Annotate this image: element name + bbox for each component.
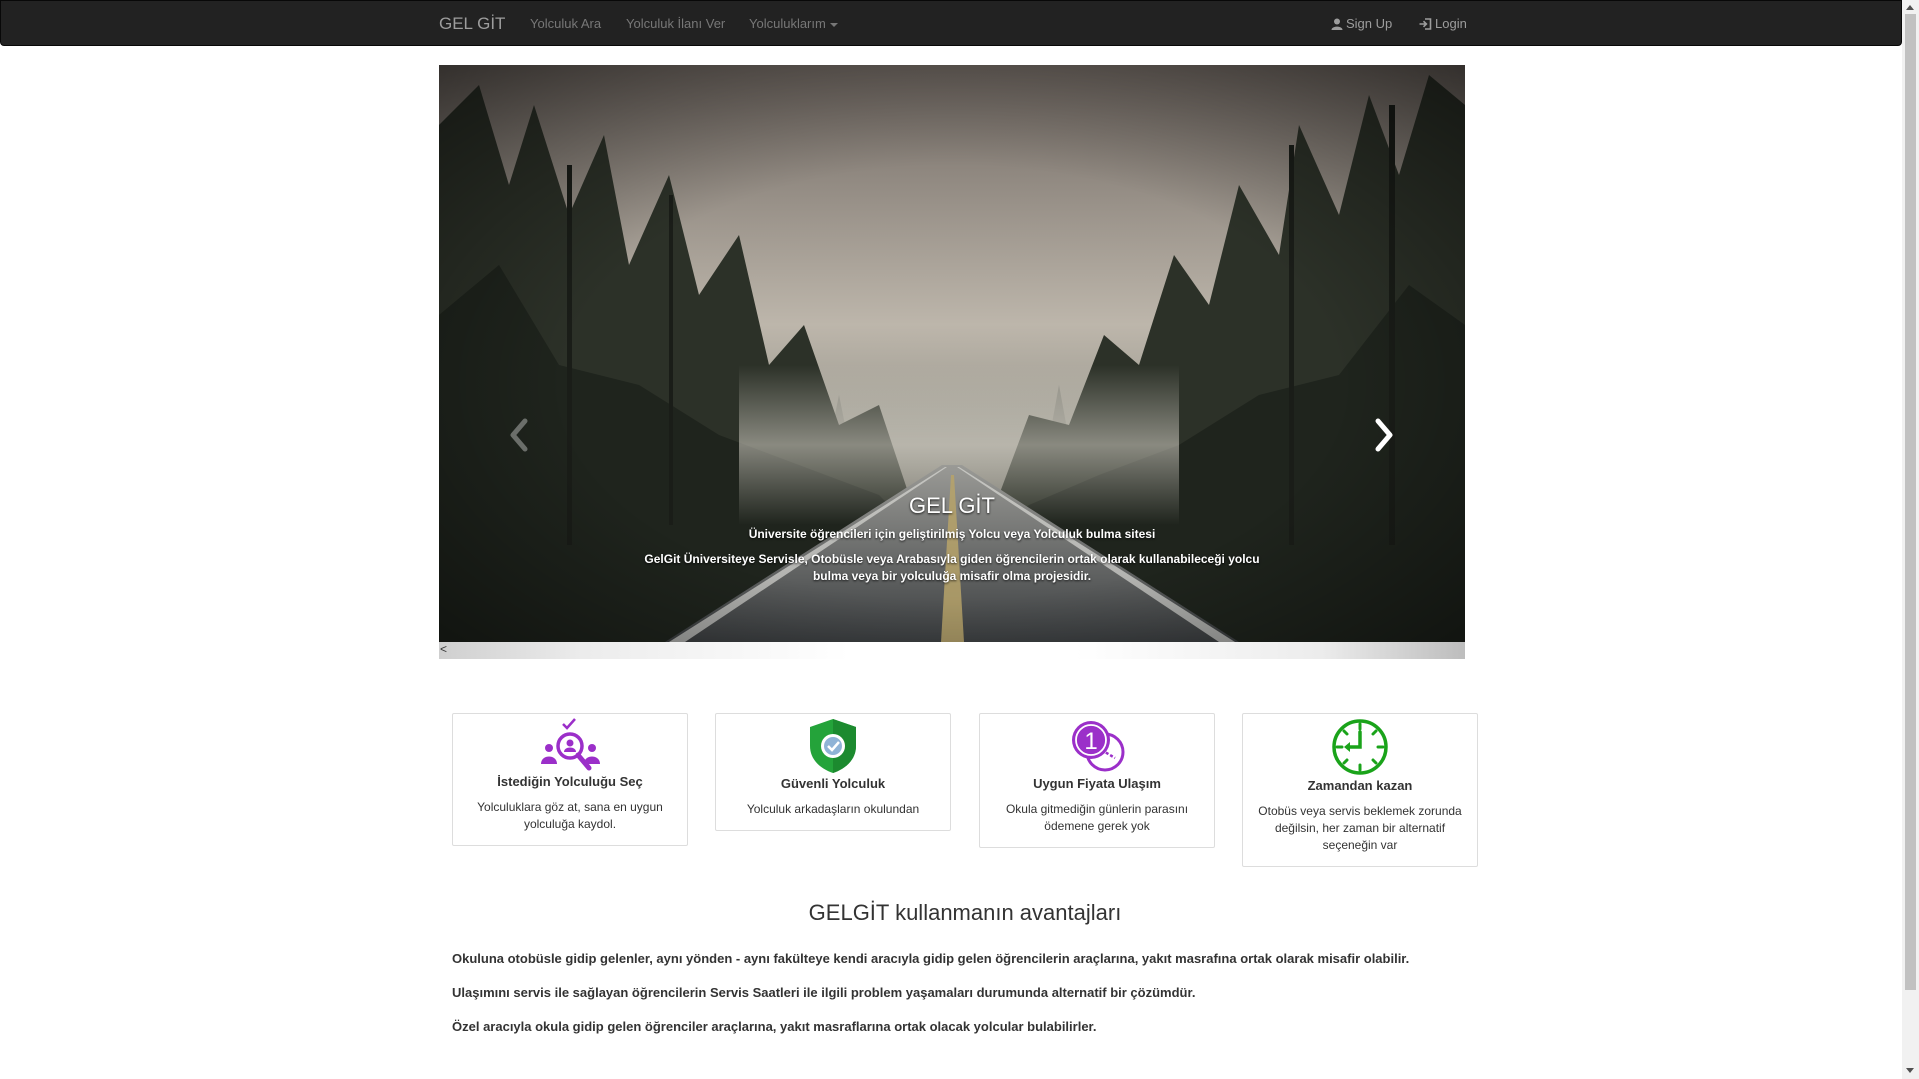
feature-card-time: Zamandan kazan Otobüs veya servis beklem… — [1242, 713, 1478, 867]
clock-icon — [1332, 719, 1388, 775]
feature-card-price: 1 Uygun Fiyata Ulaşım Okula gitmediğin g… — [979, 713, 1215, 848]
nav-yolculuk-ilani-ver[interactable]: Yolculuk İlanı Ver — [626, 16, 725, 31]
feature-card-safe: Güvenli Yolculuk Yolculuk arkadaşların o… — [715, 713, 951, 831]
carousel-prev-icon[interactable] — [499, 405, 539, 465]
scroll-up-arrow[interactable] — [1906, 5, 1914, 10]
scrollbar-thumb[interactable] — [1905, 14, 1916, 990]
feature-title: Uygun Fiyata Ulaşım — [1033, 776, 1161, 791]
signup-link[interactable]: Sign Up — [1331, 16, 1392, 31]
feature-text: Yolculuklara göz at, sana en uygun yolcu… — [477, 800, 663, 831]
page-scrollbar[interactable] — [1902, 0, 1919, 1079]
brand-link[interactable]: GEL GİT — [439, 14, 505, 34]
page: GEL GİT Yolculuk Ara Yolculuk İlanı Ver … — [0, 0, 1902, 1079]
user-icon — [1331, 18, 1343, 30]
carousel-title: GEL GİT — [909, 493, 995, 518]
coin-icon: 1 — [1072, 721, 1125, 772]
signup-label: Sign Up — [1346, 16, 1393, 31]
carousel-next-icon[interactable] — [1364, 405, 1404, 465]
nav-yolculuklarim-dropdown[interactable]: Yolculuklarım — [749, 16, 838, 31]
advantages-title: GELGİT kullanmanın avantajları — [808, 900, 1122, 925]
login-link[interactable]: Login — [1419, 16, 1467, 31]
scroll-down-arrow[interactable] — [1906, 1068, 1914, 1073]
nav-yolculuk-ara[interactable]: Yolculuk Ara — [530, 16, 601, 31]
advantage-item: Ulaşımını servis ile sağlayan öğrenciler… — [452, 985, 1196, 1000]
advantage-item: Özel aracıyla okula gidip gelen öğrencil… — [452, 1019, 1097, 1034]
caret-down-icon — [829, 22, 838, 27]
login-icon — [1419, 17, 1432, 30]
advantage-item: Okuluna otobüsle gidip gelenler, aynı yö… — [452, 951, 1410, 966]
feature-card-choose: İstediğin Yolculuğu Seç Yolculuklara göz… — [452, 713, 688, 846]
feature-title: Zamandan kazan — [1307, 778, 1413, 793]
carousel-subtitle: Üniversite öğrencileri için geliştirilmi… — [748, 527, 1156, 541]
coin-number: 1 — [1084, 728, 1097, 755]
search-people-icon — [541, 718, 600, 771]
feature-text: Otobüs veya servis beklemek zorunda deği… — [1258, 804, 1462, 852]
feature-text: Okula gitmediğin günlerin parasını ödeme… — [1005, 802, 1189, 833]
navbar: GEL GİT Yolculuk Ara Yolculuk İlanı Ver … — [0, 0, 1902, 46]
dropdown-label: Yolculuklarım — [749, 16, 826, 31]
scroll-left-arrow[interactable]: < — [440, 642, 447, 656]
carousel-caption: GEL GİT Üniversite öğrencileri için geli… — [629, 493, 1275, 585]
feature-text: Yolculuk arkadaşların okulundan — [746, 802, 920, 816]
hero-carousel: GEL GİT Üniversite öğrencileri için geli… — [439, 65, 1465, 659]
shield-check-icon — [810, 719, 856, 773]
feature-title: Güvenli Yolculuk — [780, 776, 886, 791]
carousel-scrollbar[interactable]: < — [439, 642, 1465, 659]
login-label: Login — [1435, 16, 1467, 31]
carousel-description: GelGit Üniversiteye Servisle, Otobüsle v… — [644, 552, 1260, 583]
feature-title: İstediğin Yolculuğu Seç — [497, 774, 643, 789]
